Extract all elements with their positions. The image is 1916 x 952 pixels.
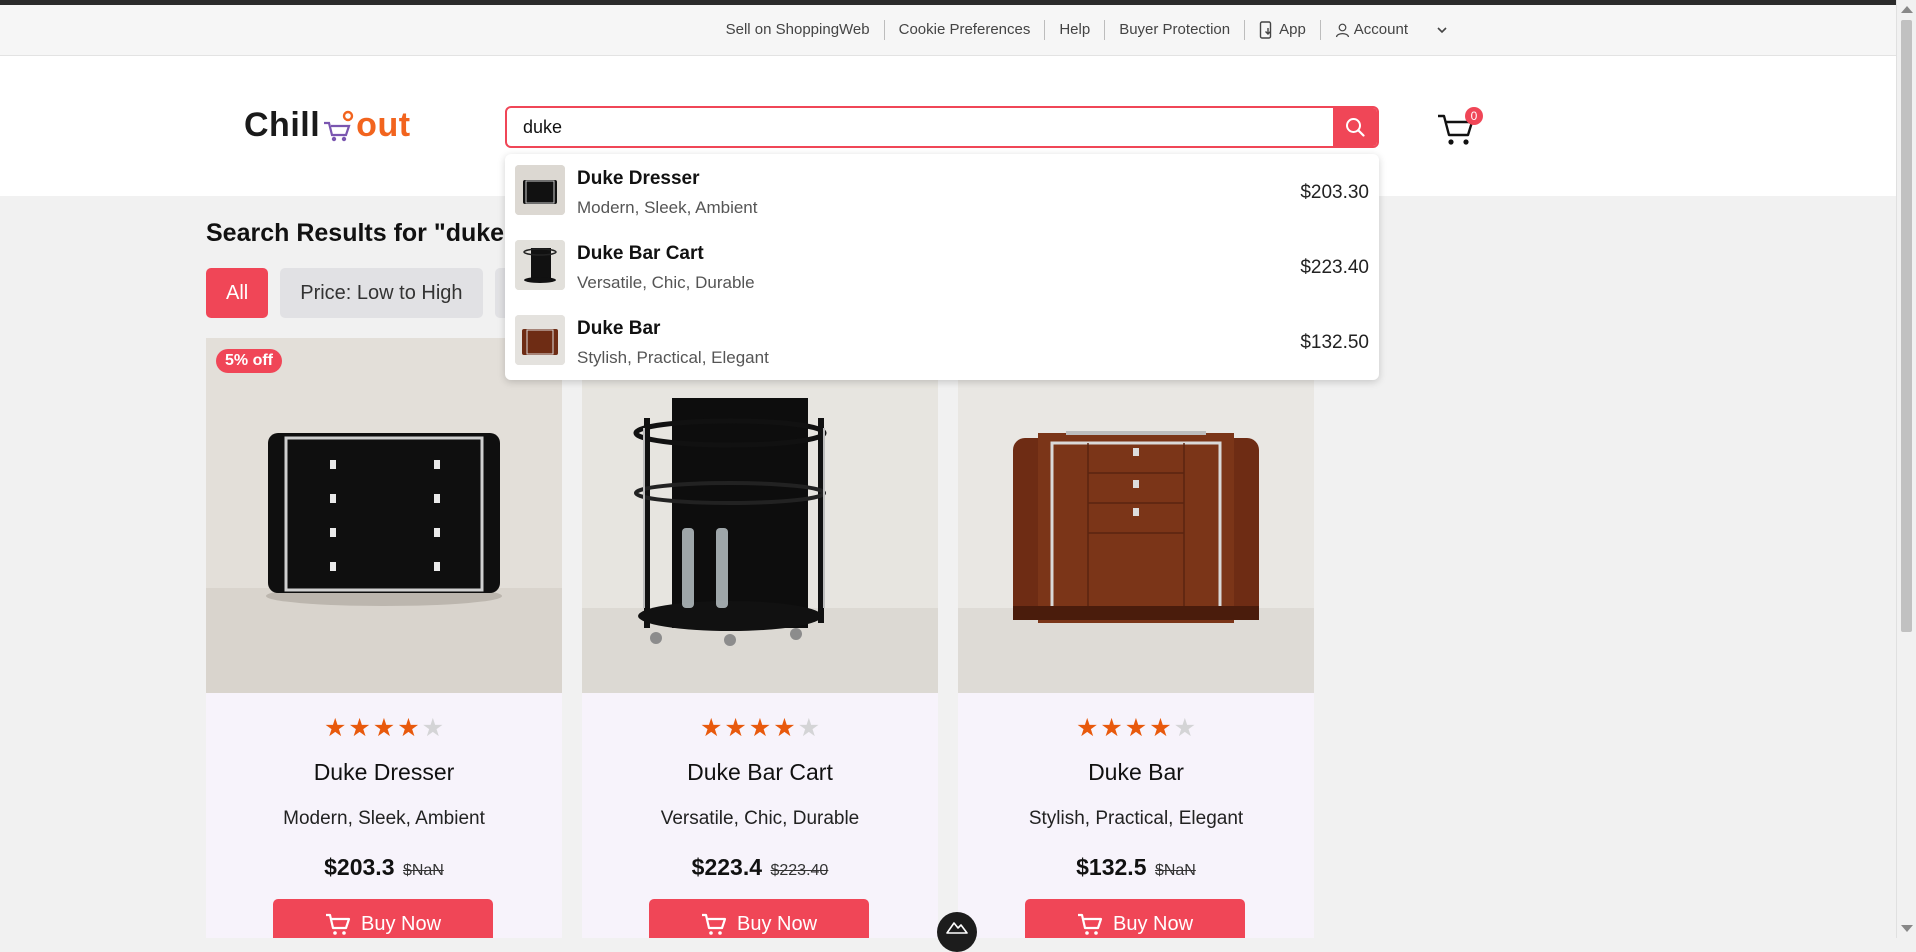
logo-text-accent: out	[356, 106, 411, 144]
rating-stars: ★ ★ ★ ★ ★	[958, 716, 1314, 741]
help-link[interactable]: Help	[1045, 20, 1106, 40]
product-price: $223.4 $223.40	[582, 854, 938, 881]
app-link[interactable]: App	[1245, 20, 1321, 40]
suggestion-name: Duke Dresser	[577, 168, 700, 189]
suggestion-thumbnail	[515, 240, 565, 290]
product-image-bar[interactable]	[958, 338, 1314, 693]
search-icon	[1346, 118, 1365, 137]
suggestion-price: $132.50	[1300, 332, 1369, 353]
current-price: $223.4	[691, 854, 763, 880]
product-card[interactable]: 5% off ★ ★ ★ ★ ★ Duke Dresser Modern, Sl…	[206, 338, 562, 938]
scroll-up-arrow-icon[interactable]	[1901, 6, 1913, 13]
buy-now-label: Buy Now	[736, 912, 818, 935]
star-icon: ★	[1100, 714, 1123, 742]
current-price: $203.3	[324, 854, 395, 880]
star-icon: ★	[397, 714, 420, 742]
suggestion-item[interactable]: Duke Bar Stylish, Practical, Elegant $13…	[505, 304, 1379, 379]
user-icon	[1335, 23, 1349, 37]
product-name[interactable]: Duke Bar	[958, 759, 1314, 786]
buyer-protection-link[interactable]: Buyer Protection	[1105, 20, 1246, 40]
original-price: $223.40	[770, 862, 829, 879]
search-suggestions-dropdown: Duke Dresser Modern, Sleek, Ambient $203…	[505, 154, 1379, 380]
product-price: $203.3 $NaN	[206, 854, 562, 881]
scrollbar-thumb[interactable]	[1901, 20, 1912, 632]
logo[interactable]: Chill out	[244, 106, 411, 145]
product-card[interactable]: ★ ★ ★ ★ ★ Duke Bar Stylish, Practical, E…	[958, 338, 1314, 938]
product-description: Stylish, Practical, Elegant	[1028, 808, 1244, 829]
cookie-preferences-link[interactable]: Cookie Preferences	[885, 20, 1046, 40]
product-image-dresser[interactable]	[206, 338, 562, 693]
suggestion-name: Duke Bar Cart	[577, 243, 704, 264]
star-icon: ★	[1173, 714, 1197, 742]
star-icon: ★	[797, 714, 821, 742]
search-button[interactable]	[1333, 108, 1377, 146]
account-label: Account	[1353, 21, 1408, 38]
star-icon: ★	[748, 714, 772, 742]
mountain-logo-icon	[946, 922, 968, 934]
star-icon: ★	[724, 714, 747, 742]
suggestion-description: Versatile, Chic, Durable	[577, 273, 755, 292]
utility-bar: Sell on ShoppingWeb Cookie Preferences H…	[0, 5, 1896, 56]
buy-now-button[interactable]: Buy Now	[273, 899, 493, 938]
suggestion-description: Modern, Sleek, Ambient	[577, 198, 758, 217]
cart-icon	[325, 913, 351, 935]
star-icon: ★	[1124, 714, 1148, 742]
scroll-down-arrow-icon[interactable]	[1901, 925, 1913, 932]
star-icon: ★	[773, 714, 796, 742]
discount-badge: 5% off	[216, 349, 282, 373]
utility-links: Sell on ShoppingWeb Cookie Preferences H…	[712, 5, 1462, 55]
suggestion-price: $203.30	[1300, 182, 1369, 203]
cart-count-badge: 0	[1465, 107, 1483, 125]
search-box	[505, 106, 1379, 148]
cart-icon	[701, 913, 727, 935]
star-icon: ★	[348, 714, 371, 742]
buy-now-button[interactable]: Buy Now	[649, 899, 869, 938]
buy-now-label: Buy Now	[360, 912, 442, 935]
star-icon: ★	[1149, 714, 1172, 742]
product-description: Modern, Sleek, Ambient	[283, 808, 485, 829]
star-icon: ★	[699, 714, 723, 742]
account-dropdown-toggle[interactable]	[1422, 26, 1462, 34]
chevron-down-icon	[1437, 27, 1447, 34]
star-icon: ★	[1075, 714, 1099, 742]
product-image-bar-cart[interactable]	[582, 338, 938, 693]
search-results-title: Search Results for "duke"	[206, 219, 516, 247]
product-description: Versatile, Chic, Durable	[660, 808, 860, 829]
logo-text-primary: Chill	[244, 106, 321, 144]
product-name[interactable]: Duke Bar Cart	[582, 759, 938, 786]
current-price: $132.5	[1076, 854, 1147, 880]
suggestion-thumbnail	[515, 315, 565, 365]
sell-link[interactable]: Sell on ShoppingWeb	[712, 20, 885, 40]
suggestion-price: $223.40	[1300, 257, 1369, 278]
app-label: App	[1279, 21, 1306, 38]
product-card[interactable]: ★ ★ ★ ★ ★ Duke Bar Cart Versatile, Chic,…	[582, 338, 938, 938]
filter-all[interactable]: All	[206, 268, 269, 318]
phone-download-icon	[1259, 21, 1272, 39]
buy-now-button[interactable]: Buy Now	[1025, 899, 1245, 938]
search-input[interactable]	[507, 108, 1333, 146]
cart-icon	[1077, 913, 1103, 935]
suggestion-thumbnail	[515, 165, 565, 215]
original-price: $NaN	[1154, 862, 1196, 879]
rating-stars: ★ ★ ★ ★ ★	[582, 716, 938, 741]
original-price: $NaN	[402, 862, 444, 879]
star-icon: ★	[323, 714, 347, 742]
logo-cart-mark-icon	[324, 110, 354, 141]
product-name[interactable]: Duke Dresser	[206, 759, 562, 786]
suggestion-item[interactable]: Duke Bar Cart Versatile, Chic, Durable $…	[505, 229, 1379, 304]
star-icon: ★	[372, 714, 396, 742]
suggestion-item[interactable]: Duke Dresser Modern, Sleek, Ambient $203…	[505, 154, 1379, 229]
account-link[interactable]: Account	[1321, 20, 1422, 40]
page-scrollbar[interactable]	[1896, 0, 1916, 938]
suggestion-description: Stylish, Practical, Elegant	[577, 348, 769, 367]
suggestion-name: Duke Bar	[577, 318, 661, 339]
buy-now-label: Buy Now	[1112, 912, 1194, 935]
filter-price-low-to-high[interactable]: Price: Low to High	[280, 268, 483, 318]
product-price: $132.5 $NaN	[958, 854, 1314, 881]
floating-toolbar-button[interactable]	[937, 912, 977, 952]
star-icon: ★	[421, 714, 445, 742]
filter-chips: All Price: Low to High	[206, 268, 545, 318]
rating-stars: ★ ★ ★ ★ ★	[206, 716, 562, 741]
